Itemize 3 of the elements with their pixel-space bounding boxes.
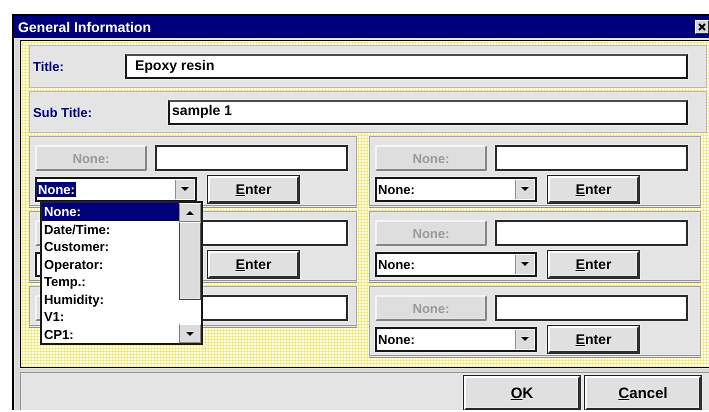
field-label: Title:	[32, 59, 65, 74]
field-label: Sub Title:	[32, 104, 93, 120]
window-title: General Information	[18, 19, 152, 35]
